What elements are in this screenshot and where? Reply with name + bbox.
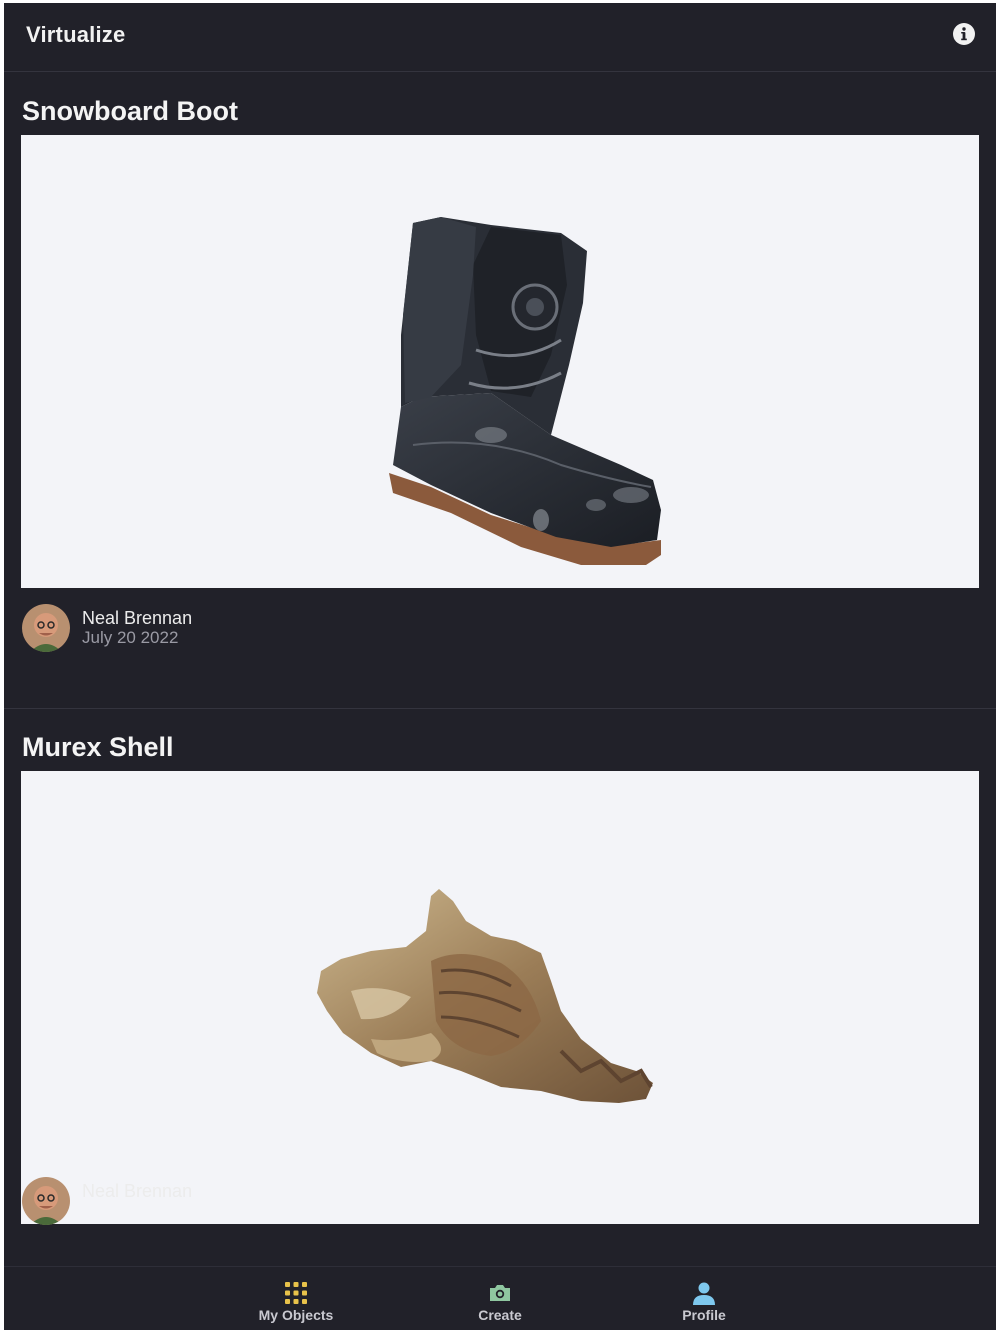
author-name: Neal Brennan — [82, 1181, 193, 1201]
author-name: Neal Brennan — [82, 608, 193, 628]
camera-icon — [488, 1281, 512, 1305]
tab-create[interactable]: Create — [420, 1267, 580, 1330]
post-title: Murex Shell — [22, 732, 174, 762]
info-icon[interactable] — [952, 22, 976, 46]
tab-label: Create — [478, 1307, 522, 1323]
app-title: Virtualize — [26, 22, 126, 47]
tab-label: My Objects — [258, 1307, 334, 1323]
app-screen: Virtualize Snowboard Boot Neal Brennan J… — [4, 3, 996, 1330]
object-feed[interactable]: Snowboard Boot Neal Brennan July 20 2022… — [4, 72, 996, 1266]
post-date: July 20 2022 — [82, 628, 179, 647]
tab-profile[interactable]: Profile — [624, 1267, 784, 1330]
avatar — [22, 1177, 70, 1225]
top-bar: Virtualize — [4, 3, 996, 72]
grid-icon — [284, 1281, 308, 1305]
avatar — [22, 604, 70, 652]
model-preview[interactable] — [21, 135, 979, 588]
post-card: Snowboard Boot Neal Brennan July 20 2022 — [4, 72, 996, 708]
tab-label: Profile — [682, 1307, 726, 1323]
murex-shell-model — [317, 889, 653, 1103]
post-card: Murex Shell Neal Brennan — [4, 709, 996, 1266]
model-preview[interactable] — [21, 771, 979, 1224]
tab-my-objects[interactable]: My Objects — [216, 1267, 376, 1330]
post-title: Snowboard Boot — [22, 96, 238, 126]
person-icon — [692, 1281, 716, 1305]
bottom-tab-bar: My Objects Create Profile — [4, 1266, 996, 1330]
snowboard-boot-model — [389, 217, 661, 565]
